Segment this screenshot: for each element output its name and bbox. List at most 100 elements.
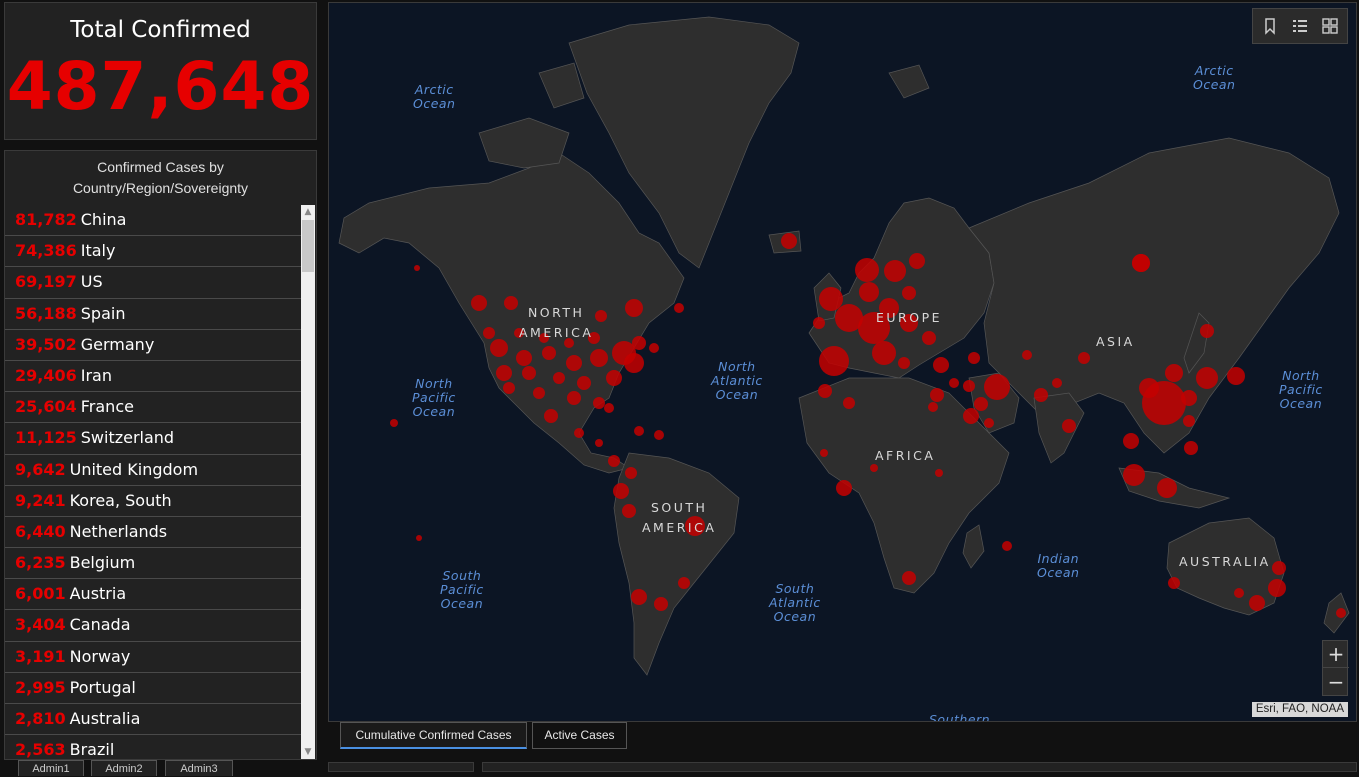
tab-admin2[interactable]: Admin2 [91, 760, 157, 776]
map-toolbar [1252, 8, 1348, 44]
case-marker [654, 430, 664, 440]
list-item-count: 2,810 [15, 709, 66, 728]
case-marker [984, 418, 994, 428]
list-item[interactable]: 39,502 Germany [5, 330, 301, 361]
tab-admin1[interactable]: Admin1 [18, 760, 84, 776]
ocean-label: South Atlantic Ocean [769, 581, 821, 624]
case-marker [813, 317, 825, 329]
case-marker [820, 449, 828, 457]
list-item[interactable]: 29,406 Iran [5, 361, 301, 393]
list-item[interactable]: 11,125 Switzerland [5, 423, 301, 455]
ocean-label: Southern [929, 712, 991, 722]
case-marker [533, 387, 545, 399]
case-marker [898, 357, 910, 369]
case-marker [678, 577, 690, 589]
case-marker [622, 504, 636, 518]
list-item[interactable]: 81,782 China [5, 205, 301, 237]
list-item[interactable]: 3,404 Canada [5, 610, 301, 642]
list-item-count: 39,502 [15, 334, 77, 354]
list-item[interactable]: 9,642 United Kingdom [5, 455, 301, 486]
country-list-panel: Confirmed Cases by Country/Region/Sovere… [4, 150, 317, 760]
case-marker [902, 571, 916, 585]
scroll-thumb[interactable] [302, 220, 314, 272]
list-item[interactable]: 3,191 Norway [5, 642, 301, 673]
case-marker [553, 372, 565, 384]
ocean-label: Arctic Ocean [1193, 63, 1236, 92]
case-marker [593, 397, 605, 409]
case-marker [922, 331, 936, 345]
case-marker [625, 467, 637, 479]
map-canvas[interactable] [329, 3, 1357, 722]
case-marker [516, 350, 532, 366]
tab-admin3[interactable]: Admin3 [165, 760, 233, 776]
legend-list-icon[interactable] [1289, 15, 1311, 37]
tab-cumulative-confirmed-cases[interactable]: Cumulative Confirmed Cases [340, 722, 527, 749]
case-marker [1052, 378, 1062, 388]
landmass-arctic-islands [478, 117, 570, 169]
case-marker [595, 439, 603, 447]
scroll-down-arrow-icon[interactable]: ▼ [301, 745, 315, 759]
landmass-svalbard [888, 64, 930, 99]
continent-label: AFRICA [875, 448, 936, 463]
case-marker [414, 265, 420, 271]
case-marker [819, 287, 843, 311]
bookmark-icon[interactable] [1259, 15, 1281, 37]
list-item[interactable]: 74,386 Italy [5, 236, 301, 268]
world-map[interactable]: Arctic Ocean Arctic Ocean North Pacific … [328, 2, 1357, 722]
case-marker [781, 233, 797, 249]
case-marker [608, 455, 620, 467]
case-marker [654, 597, 668, 611]
case-marker [1227, 367, 1245, 385]
list-item[interactable]: 25,604 France [5, 392, 301, 424]
case-marker [1002, 541, 1012, 551]
list-item-count: 74,386 [15, 241, 77, 261]
case-marker [884, 260, 906, 282]
case-marker [1168, 577, 1180, 589]
case-marker [522, 366, 536, 380]
case-marker [503, 382, 515, 394]
total-confirmed-value: 487,648 [6, 48, 315, 125]
case-marker [606, 370, 622, 386]
list-item[interactable]: 9,241 Korea, South [5, 486, 301, 517]
case-marker [928, 402, 938, 412]
list-item-name: France [80, 397, 134, 417]
list-item[interactable]: 2,995 Portugal [5, 673, 301, 704]
list-item-name: Netherlands [69, 521, 168, 541]
basemap-gallery-icon[interactable] [1319, 15, 1341, 37]
list-item[interactable]: 56,188 Spain [5, 299, 301, 330]
case-marker [935, 469, 943, 477]
landmass-arctic-islands [538, 62, 585, 109]
case-marker [974, 397, 988, 411]
landmass-india [1033, 392, 1085, 464]
tab-active-cases[interactable]: Active Cases [532, 722, 627, 749]
case-marker [1123, 464, 1145, 486]
list-item[interactable]: 69,197 US [5, 267, 301, 299]
case-marker [1165, 364, 1183, 382]
zoom-in-button[interactable]: + [1323, 641, 1349, 668]
case-marker [590, 349, 608, 367]
case-marker [1249, 595, 1265, 611]
list-item[interactable]: 6,235 Belgium [5, 548, 301, 580]
list-item[interactable]: 6,001 Austria [5, 579, 301, 611]
list-item-count: 29,406 [15, 365, 77, 385]
list-item-name: Germany [80, 334, 155, 354]
scroll-up-arrow-icon[interactable]: ▲ [301, 205, 315, 219]
ocean-label: Indian Ocean [1037, 551, 1080, 580]
ocean-label: North Pacific Ocean [1279, 368, 1323, 411]
list-item-name: Austria [69, 584, 127, 604]
case-marker [567, 391, 581, 405]
list-item[interactable]: 2,563 Brazil [5, 735, 301, 759]
case-marker [1123, 433, 1139, 449]
list-item[interactable]: 2,810 Australia [5, 704, 301, 736]
ocean-label: North Atlantic Ocean [711, 359, 763, 402]
list-item[interactable]: 6,440 Netherlands [5, 517, 301, 549]
landmass-madagascar [962, 524, 985, 569]
case-marker [859, 282, 879, 302]
case-marker [632, 336, 646, 350]
list-item-count: 69,197 [15, 272, 77, 292]
zoom-out-button[interactable]: − [1323, 669, 1349, 696]
case-marker [949, 378, 959, 388]
list-scrollbar[interactable]: ▲ ▼ [301, 205, 315, 759]
continent-label: SOUTH AMERICA [642, 500, 717, 535]
case-marker [1022, 350, 1032, 360]
